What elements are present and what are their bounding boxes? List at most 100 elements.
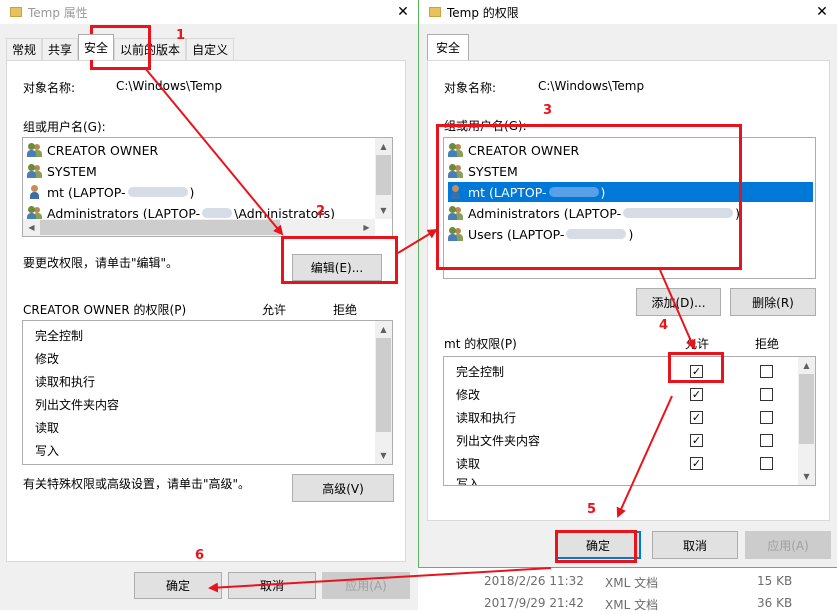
folder-icon [429, 7, 441, 17]
allow-checkbox-list-folder[interactable]: ✓ [690, 434, 703, 447]
permission-row: 读取 [456, 456, 481, 471]
allow-checkbox-modify[interactable]: ✓ [690, 388, 703, 401]
edit-button[interactable]: 编辑(E)... [292, 254, 382, 281]
apply-button[interactable]: 应用(A) [745, 531, 831, 559]
object-name-value: C:\Windows\Temp [538, 79, 645, 93]
tab-security[interactable]: 安全 [78, 34, 115, 60]
vertical-scrollbar[interactable]: ▲ ▼ [375, 321, 392, 464]
title-bar[interactable]: Temp 的权限 ✕ [419, 0, 837, 24]
list-item[interactable]: CREATOR OWNER [27, 140, 374, 160]
file-row[interactable]: 2017/9/29 21:42 XML 文档 36 KB [420, 592, 837, 614]
user-name: CREATOR OWNER [468, 142, 580, 158]
deny-header: 拒绝 [333, 303, 358, 317]
permissions-list[interactable]: 完全控制 修改 读取和执行 列出文件夹内容 读取 写入 ▲ ▼ [22, 320, 393, 465]
cancel-button[interactable]: 取消 [652, 531, 738, 559]
deny-checkbox-modify[interactable] [760, 388, 773, 401]
users-icon [448, 164, 464, 178]
close-icon[interactable]: ✕ [807, 0, 837, 24]
scroll-thumb[interactable] [376, 338, 391, 432]
allow-header: 允许 [685, 337, 710, 351]
file-size: 15 KB [757, 574, 793, 588]
allow-checkbox-read-execute[interactable]: ✓ [690, 411, 703, 424]
redacted [548, 187, 599, 197]
list-item[interactable]: SYSTEM [448, 161, 797, 181]
window-title: Temp 属性 [28, 5, 88, 20]
tab-security[interactable]: 安全 [427, 34, 470, 60]
list-item[interactable]: Users (LAPTOP-) [448, 224, 797, 244]
permissions-label: mt 的权限(P) [444, 337, 517, 351]
user-name: mt (LAPTOP- [47, 184, 126, 200]
allow-checkbox-read[interactable]: ✓ [690, 457, 703, 470]
scroll-up-icon[interactable]: ▲ [375, 138, 392, 155]
file-row[interactable]: 2018/2/26 11:32 XML 文档 15 KB [420, 570, 837, 592]
user-name: Users (LAPTOP- [468, 226, 565, 242]
group-label: 组或用户名(G): [444, 119, 527, 133]
object-name-label: 对象名称: [444, 81, 497, 95]
horizontal-scrollbar[interactable]: ◀ ▶ [23, 219, 375, 236]
scroll-thumb[interactable] [40, 220, 280, 235]
allow-header: 允许 [262, 303, 287, 317]
tab-customize[interactable]: 自定义 [186, 38, 235, 60]
redacted [566, 229, 627, 239]
list-item[interactable]: Administrators (LAPTOP-) [448, 203, 797, 223]
deny-checkbox-full-control[interactable] [760, 365, 773, 378]
ok-button[interactable]: 确定 [134, 572, 222, 599]
deny-header: 拒绝 [755, 337, 780, 351]
scroll-up-icon[interactable]: ▲ [798, 357, 815, 374]
deny-checkbox-read-execute[interactable] [760, 411, 773, 424]
user-icon [27, 185, 43, 199]
window-title: Temp 的权限 [447, 5, 519, 20]
list-item[interactable]: mt (LAPTOP-) [27, 182, 374, 202]
user-icon [448, 185, 464, 199]
tab-general[interactable]: 常规 [6, 38, 43, 60]
permission-row: 完全控制 [456, 364, 505, 379]
vertical-scrollbar[interactable]: ▲ ▼ [798, 357, 815, 485]
list-item[interactable]: CREATOR OWNER [448, 140, 797, 160]
apply-button[interactable]: 应用(A) [322, 572, 410, 599]
permission-row: 完全控制 [35, 328, 84, 343]
redacted [623, 208, 734, 218]
permission-row: 写入 [456, 477, 481, 485]
user-list[interactable]: CREATOR OWNER SYSTEM mt (LAPTOP-) Admini… [443, 137, 816, 279]
object-name-label: 对象名称: [23, 81, 76, 95]
deny-checkbox-read[interactable] [760, 457, 773, 470]
user-name: CREATOR OWNER [47, 142, 159, 158]
user-name: Administrators (LAPTOP- [468, 205, 622, 221]
allow-checkbox-full-control[interactable]: ✓ [690, 365, 703, 378]
permissions-label: CREATOR OWNER 的权限(P) [23, 303, 187, 317]
remove-button[interactable]: 删除(R) [730, 288, 816, 316]
permission-row: 读取 [35, 420, 60, 435]
permissions-window: Temp 的权限 ✕ 安全 对象名称: C:\Windows\Temp 组或用户… [418, 0, 837, 568]
permissions-list[interactable]: 完全控制 修改 读取和执行 列出文件夹内容 读取 写入 ✓ ✓ ✓ ✓ ✓ ▲ … [443, 356, 816, 486]
scroll-thumb[interactable] [799, 374, 814, 444]
deny-checkbox-list-folder[interactable] [760, 434, 773, 447]
security-panel: 对象名称: C:\Windows\Temp 组或用户名(G): CREATOR … [427, 60, 830, 521]
user-name-suffix: ) [628, 226, 634, 242]
scroll-up-icon[interactable]: ▲ [375, 321, 392, 338]
user-name-suffix: ) [189, 184, 195, 200]
group-label: 组或用户名(G): [23, 120, 106, 134]
advanced-button[interactable]: 高级(V) [292, 474, 394, 502]
properties-window: Temp 属性 ✕ 常规 共享 安全 以前的版本 自定义 对象名称: C:\Wi… [0, 0, 418, 610]
step-number: 6 [195, 548, 205, 563]
title-bar[interactable]: Temp 属性 ✕ [0, 0, 418, 24]
scroll-down-icon[interactable]: ▼ [798, 468, 815, 485]
add-button[interactable]: 添加(D)... [636, 288, 721, 316]
list-item[interactable]: SYSTEM [27, 161, 374, 181]
scroll-left-icon[interactable]: ◀ [23, 219, 40, 236]
scroll-thumb[interactable] [376, 155, 391, 195]
user-list[interactable]: CREATOR OWNER SYSTEM mt (LAPTOP-) Admini… [22, 137, 393, 237]
scroll-down-icon[interactable]: ▼ [375, 447, 392, 464]
step-number: 4 [659, 318, 669, 333]
folder-icon [10, 7, 22, 17]
scroll-right-icon[interactable]: ▶ [358, 219, 375, 236]
ok-button[interactable]: 确定 [555, 531, 641, 559]
tab-sharing[interactable]: 共享 [42, 38, 79, 60]
cancel-button[interactable]: 取消 [228, 572, 316, 599]
close-icon[interactable]: ✕ [388, 0, 418, 24]
vertical-scrollbar[interactable]: ▲ ▼ [375, 138, 392, 219]
scroll-down-icon[interactable]: ▼ [375, 202, 392, 219]
user-name: SYSTEM [47, 163, 97, 179]
check-icon: ✓ [691, 411, 702, 424]
list-item-selected[interactable]: mt (LAPTOP-) [448, 182, 813, 202]
